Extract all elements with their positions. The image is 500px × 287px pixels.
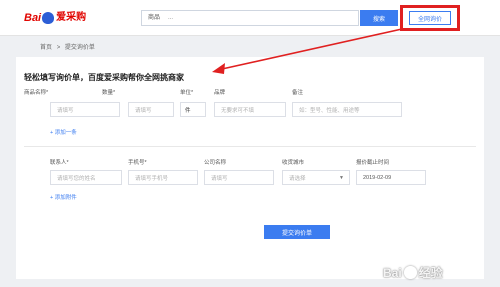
watermark: Bai 经验 [383, 264, 443, 281]
label-product-name: 商品名称* [24, 90, 49, 96]
label-brand: 品牌 [214, 90, 226, 96]
form-panel [16, 57, 484, 279]
contact-name-field[interactable]: 请填写您的姓名 [50, 170, 122, 185]
remark-field[interactable]: 如：型号、性能、用途等 [292, 102, 402, 117]
deadline-date-field[interactable]: 2019-02-09 [356, 170, 426, 185]
label-unit: 单位* [180, 90, 194, 96]
label-quantity: 数量* [102, 90, 116, 96]
breadcrumb-current: 提交询价单 [64, 45, 95, 51]
paw-icon [42, 12, 55, 24]
label-phone: 手机号* [128, 160, 147, 166]
search-placeholder: ... [168, 15, 174, 21]
logo-text-bai: Bai [24, 12, 42, 24]
product-name-field[interactable]: 请填写 [50, 102, 120, 117]
page-title: 轻松填写询价单，百度爱采购帮你全网挑商家 [24, 73, 184, 82]
city-select-value: 请选择 [289, 175, 306, 182]
label-city: 收货城市 [282, 160, 305, 166]
label-company: 公司名称 [204, 160, 227, 166]
label-remark: 备注 [292, 90, 304, 96]
breadcrumb-separator: > [56, 45, 61, 51]
paw-watermark-icon [403, 266, 417, 279]
search-category[interactable]: 商品 [148, 11, 160, 25]
all-inquiry-button[interactable]: 全网询价 [409, 11, 451, 25]
watermark-text-left: Bai [383, 265, 402, 280]
watermark-text-right: 经验 [418, 266, 443, 280]
unit-field[interactable]: 件 [180, 102, 206, 117]
section-divider [24, 146, 476, 147]
brand-field[interactable]: 无要求可不填 [214, 102, 286, 117]
add-attachment-link[interactable]: + 添加附件 [50, 193, 77, 201]
search-button[interactable]: 搜索 [360, 10, 398, 26]
label-contact: 联系人* [50, 160, 69, 166]
chevron-down-icon: ▼ [339, 174, 344, 181]
search-input[interactable]: 商品 ... [141, 10, 359, 26]
phone-field[interactable]: 请填写手机号 [128, 170, 198, 185]
add-row-link[interactable]: + 添加一条 [50, 128, 77, 136]
site-logo[interactable]: Bai 爱采购 [24, 9, 86, 27]
logo-text-aicaigou: 爱采购 [56, 12, 87, 23]
submit-inquiry-button[interactable]: 提交询价单 [264, 225, 330, 239]
breadcrumb-home[interactable]: 首页 [40, 45, 52, 51]
company-field[interactable]: 请填写 [204, 170, 274, 185]
label-deadline: 报价截止时间 [356, 160, 390, 166]
city-select[interactable]: 请选择 ▼ [282, 170, 350, 185]
quantity-field[interactable]: 请填写 [128, 102, 174, 117]
breadcrumb: 首页 > 提交询价单 [40, 42, 98, 51]
